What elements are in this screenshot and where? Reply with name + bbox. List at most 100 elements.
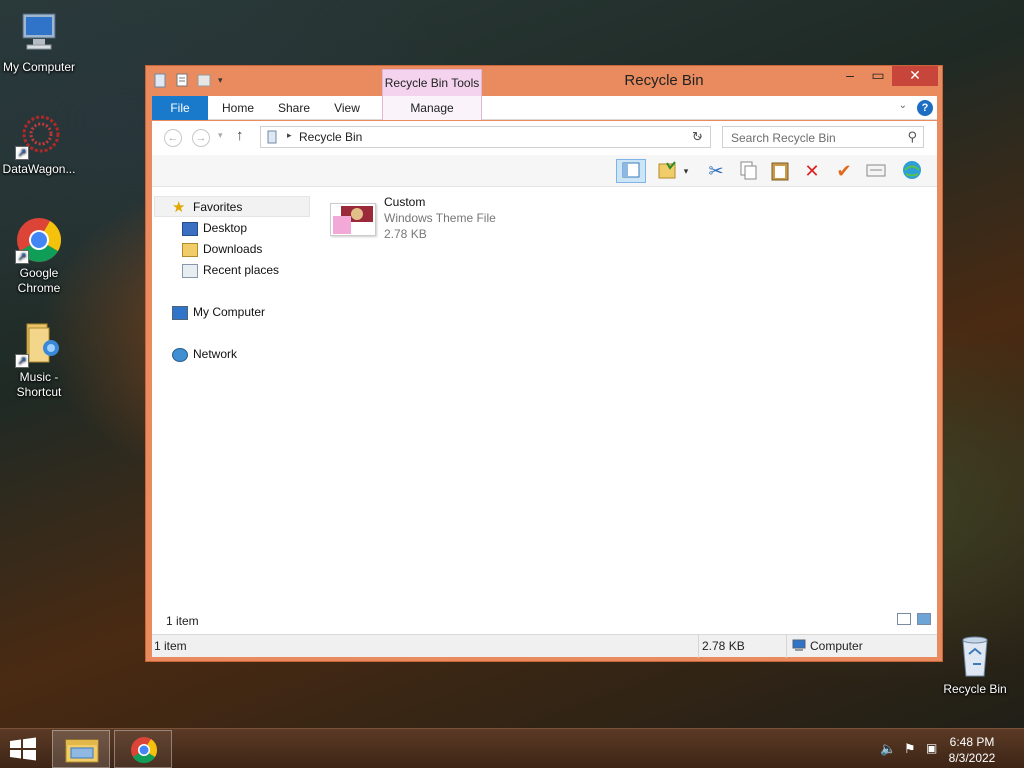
computer-small-icon: [792, 639, 806, 655]
action-center-flag-icon[interactable]: ⚑: [904, 741, 916, 757]
tab-share[interactable]: Share: [274, 96, 314, 120]
recycle-bin-small-icon: [265, 130, 279, 147]
paste-icon[interactable]: [768, 159, 792, 183]
back-button[interactable]: ←: [164, 129, 182, 147]
tab-home[interactable]: Home: [216, 96, 260, 120]
status-divider: [698, 635, 699, 658]
window-controls: – ▭ ✕: [836, 66, 938, 86]
desktop-icon-label: Music - Shortcut: [16, 370, 62, 399]
copy-icon[interactable]: [736, 159, 760, 183]
clock-time: 6:48 PM: [949, 735, 995, 749]
explorer-window: ▾ Recycle Bin Tools Recycle Bin – ▭ ✕ Fi…: [145, 65, 943, 662]
view-buttons: [897, 613, 931, 625]
properties-toolbar-icon[interactable]: [864, 159, 888, 183]
desktop-icon-label: Recycle Bin: [943, 682, 1007, 696]
maximize-button[interactable]: ▭: [864, 66, 892, 86]
desktop-icon-music-shortcut[interactable]: ↗ Music - Shortcut: [0, 320, 78, 400]
nav-favorites-label: Favorites: [193, 200, 243, 214]
refresh-icon[interactable]: ↻: [692, 129, 703, 145]
recent-locations-icon[interactable]: ▾: [218, 130, 223, 141]
desktop-icon-label: My Computer: [2, 60, 76, 74]
desktop-icon-label: Google Chrome: [17, 266, 61, 295]
help-icon[interactable]: ?: [917, 100, 933, 116]
folder-options-dropdown-icon[interactable]: ▾: [680, 159, 692, 183]
recycle-bin-icon: [951, 632, 999, 680]
downloads-icon: [182, 242, 198, 257]
taskbar-file-explorer[interactable]: [52, 730, 110, 768]
theme-file-icon: [330, 203, 376, 236]
status-item-count: 1 item: [154, 639, 187, 653]
desktop-icon-label: DataWagon...: [2, 162, 76, 176]
file-size: 2.78 KB: [384, 227, 427, 241]
details-view-icon[interactable]: [897, 613, 911, 625]
datawagon-icon: ↗: [15, 112, 63, 160]
breadcrumb-chevron-icon[interactable]: ▸: [287, 130, 292, 141]
forward-button[interactable]: →: [192, 129, 210, 147]
file-name: Custom: [384, 195, 426, 209]
tab-view[interactable]: View: [328, 96, 366, 120]
desktop-icon: [182, 221, 198, 236]
nav-downloads-label: Downloads: [203, 242, 263, 256]
status-bar: 1 item 2.78 KB Computer: [152, 634, 937, 658]
expand-ribbon-icon[interactable]: ⌄: [899, 100, 907, 111]
start-button[interactable]: [8, 737, 38, 761]
address-field[interactable]: ▸ Recycle Bin ⌄: [260, 126, 711, 148]
up-button[interactable]: ↑: [236, 127, 244, 144]
ribbon-tab-bar: File Home Share View Manage ⌄ ?: [152, 96, 937, 120]
shortcut-arrow-icon: ↗: [15, 250, 29, 264]
globe-icon[interactable]: [900, 159, 924, 183]
large-icons-view-icon[interactable]: [917, 613, 931, 625]
nav-my-computer[interactable]: My Computer: [172, 302, 265, 322]
search-input[interactable]: Search Recycle Bin ⚲: [722, 126, 924, 148]
close-button[interactable]: ✕: [892, 66, 938, 86]
network-tray-icon[interactable]: ▣: [926, 741, 937, 755]
address-bar-row: ← → ▾ ↑ ▸ Recycle Bin ⌄ ↻ Search Recycle…: [152, 121, 937, 155]
address-path: Recycle Bin: [299, 130, 363, 144]
file-explorer-icon: [65, 739, 99, 763]
computer-icon: [172, 305, 188, 320]
folder-music-icon: ↗: [15, 320, 63, 368]
nav-recent-label: Recent places: [203, 263, 280, 277]
navigation-pane: ★ Favorites Desktop Downloads Recent plac…: [152, 187, 310, 607]
delete-icon[interactable]: ✕: [800, 159, 824, 183]
desktop-icon-chrome[interactable]: ↗ Google Chrome: [0, 216, 78, 296]
nav-desktop[interactable]: Desktop: [182, 218, 247, 238]
restore-icon[interactable]: ✔: [832, 159, 856, 183]
search-placeholder: Search Recycle Bin: [731, 131, 836, 145]
nav-computer-label: My Computer: [193, 305, 266, 319]
nav-downloads[interactable]: Downloads: [182, 239, 262, 259]
taskbar-chrome[interactable]: [114, 730, 172, 768]
cut-icon[interactable]: ✂: [704, 159, 728, 183]
nav-desktop-label: Desktop: [203, 221, 248, 235]
item-count: 1 item: [166, 614, 199, 628]
desktop-icon-recycle-bin[interactable]: Recycle Bin: [936, 632, 1014, 697]
recent-places-icon: [182, 263, 198, 278]
desktop-icon-my-computer[interactable]: My Computer: [0, 10, 78, 75]
status-divider: [786, 635, 787, 658]
content-area: ★ Favorites Desktop Downloads Recent plac…: [152, 187, 937, 634]
desktop-icon-datawagon[interactable]: ↗ DataWagon...: [0, 112, 78, 177]
nav-favorites[interactable]: ★ Favorites: [172, 197, 242, 217]
taskbar-clock[interactable]: 6:48 PM 8/3/2022: [942, 734, 1002, 766]
tab-file[interactable]: File: [152, 96, 208, 120]
nav-network[interactable]: Network: [172, 344, 237, 364]
computer-icon: [15, 10, 63, 58]
file-type: Windows Theme File: [384, 211, 496, 225]
minimize-button[interactable]: –: [836, 66, 864, 86]
chrome-icon: [131, 737, 158, 764]
taskbar: 🔈 ⚑ ▣ 6:48 PM 8/3/2022: [0, 728, 1024, 768]
preview-pane-icon[interactable]: [616, 159, 646, 183]
nav-network-label: Network: [193, 347, 238, 361]
folder-options-icon[interactable]: [656, 159, 680, 183]
chrome-icon: ↗: [15, 216, 63, 264]
command-toolbar: ▾ ✂ ✕ ✔: [152, 155, 937, 187]
search-icon[interactable]: ⚲: [907, 129, 917, 145]
title-bar[interactable]: ▾ Recycle Bin Tools Recycle Bin – ▭ ✕: [146, 66, 942, 96]
shortcut-arrow-icon: ↗: [15, 354, 29, 368]
nav-recent-places[interactable]: Recent places: [182, 260, 279, 280]
system-tray: 🔈 ⚑ ▣ 6:48 PM 8/3/2022: [864, 729, 1024, 768]
volume-muted-icon[interactable]: 🔈: [880, 741, 896, 757]
tab-manage[interactable]: Manage: [382, 96, 482, 120]
shortcut-arrow-icon: ↗: [15, 146, 29, 160]
network-icon: [172, 347, 188, 362]
